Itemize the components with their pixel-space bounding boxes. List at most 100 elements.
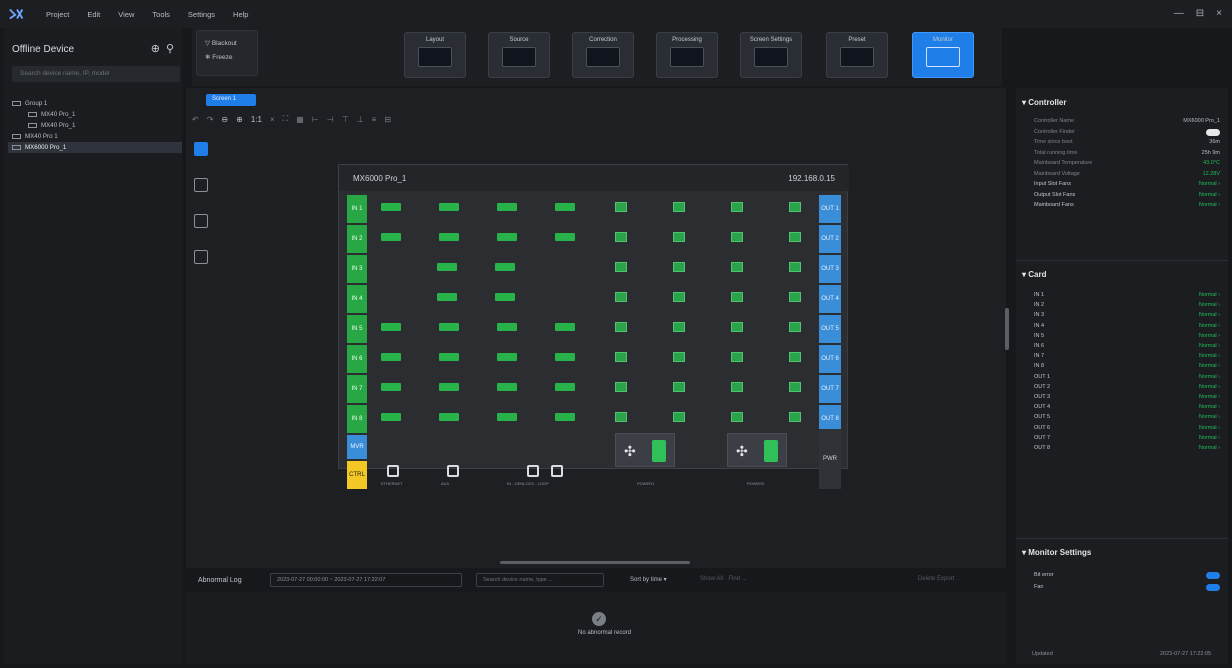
tab-screen-1[interactable]: Screen 1 [206,94,256,106]
grid-icon[interactable]: ▦ [296,115,304,124]
menu-tools[interactable]: Tools [152,10,170,19]
menu-help[interactable]: Help [233,10,248,19]
menu-project[interactable]: Project [46,10,69,19]
property-row[interactable]: Mainboard Voltage 12.28V [1034,171,1220,177]
toolbar-button-screen-settings[interactable]: Screen Settings [740,32,802,78]
group-icon[interactable]: ⚲ [166,42,174,55]
chart-view-icon[interactable] [194,250,208,264]
vertical-scrollbar[interactable] [1005,308,1009,350]
property-row[interactable]: Mainboard Fans Normal › [1034,202,1220,208]
menu-edit[interactable]: Edit [87,10,100,19]
property-row[interactable]: Total running time 25h 9m [1034,150,1220,156]
tree-item[interactable]: MX40 Pro 1 [8,131,182,142]
tree-item[interactable]: MX40 Pro_1 [8,120,182,131]
input-port [437,293,457,301]
property-row[interactable]: Input Slot Fans Normal › [1034,181,1220,187]
toolbar-button-label: Layout [425,37,444,43]
log-search-input[interactable]: Search device name, type ... [476,573,604,587]
controller-finder-toggle[interactable] [1206,129,1220,136]
property-row[interactable]: OUT 6 Normal › [1034,425,1220,431]
monitor-settings-section-title[interactable]: ▾ Monitor Settings [1022,548,1091,557]
device-tree: Group 1 MX40 Pro_1 MX40 Pro_1 MX40 Pro 1 MX6… [8,98,182,153]
device-search-input[interactable]: Search device name, IP, model [12,66,180,82]
distribute-icon[interactable]: ≡ [372,115,377,124]
property-value: Normal › [1198,353,1220,360]
property-row[interactable]: OUT 7 Normal › [1034,435,1220,441]
property-row[interactable]: Output Slot Fans Normal › [1034,192,1220,198]
close-button[interactable]: × [1216,8,1222,19]
sort-dropdown[interactable]: Sort by time ▾ [630,576,667,583]
log-filter-options[interactable]: Show All · Find ... [700,576,747,582]
undo-icon[interactable]: ↶ [192,115,199,124]
date-range-picker[interactable]: 2023-07-27 00:00:00 ~ 2023-07-27 17:22:0… [270,573,462,587]
property-row[interactable]: IN 6 Normal › [1034,343,1220,349]
property-row[interactable]: OUT 4 Normal › [1034,404,1220,410]
toolbar-button-correction[interactable]: Correction [572,32,634,78]
close-view-icon[interactable]: × [270,115,275,124]
log-title: Abnormal Log [198,577,242,584]
toolbar-button-layout[interactable]: Layout [404,32,466,78]
property-row[interactable]: IN 1 Normal › [1034,292,1220,298]
actual-size-icon[interactable]: 1:1 [251,115,262,124]
input-port [381,203,401,211]
monitor-setting-toggle[interactable] [1206,572,1220,579]
log-actions[interactable]: Delete Export [918,576,954,582]
table-view-icon[interactable] [194,214,208,228]
property-row[interactable]: Mainboard Temperature 43.0°C [1034,160,1220,166]
maximize-button[interactable]: ⊟ [1196,8,1204,19]
property-row[interactable]: OUT 5 Normal › [1034,414,1220,420]
toolbar-button-preset[interactable]: Preset [826,32,888,78]
property-row[interactable]: IN 7 Normal › [1034,353,1220,359]
property-row[interactable]: Time since boot 36m [1034,139,1220,145]
bottom-port-icon [387,465,399,477]
controller-section-title[interactable]: ▾ Controller [1022,98,1066,107]
property-key: IN 5 [1034,332,1045,339]
monitor-setting-toggle[interactable] [1206,584,1220,591]
tree-item[interactable]: MX40 Pro_1 [8,109,182,120]
output-port [615,262,627,272]
blackout-button[interactable]: ▽ Blackout [205,39,257,47]
lock-icon[interactable]: ⊟ [384,115,391,124]
redo-icon[interactable]: ↷ [207,115,214,124]
blackout-freeze-panel: ▽ Blackout ❄ Freeze [196,30,258,76]
device-view-icon[interactable] [194,142,208,156]
bottom-port-label: POWER1 [637,481,655,486]
property-row[interactable]: IN 4 Normal › [1034,323,1220,329]
add-device-icon[interactable]: ⊕ [151,42,160,55]
align-right-icon[interactable]: ⊣ [327,115,334,124]
fit-icon[interactable]: ⛶ [283,114,289,124]
property-key: Total running time [1034,149,1078,156]
freeze-button[interactable]: ❄ Freeze [205,53,257,61]
property-row[interactable]: Controller Finder [1034,129,1220,135]
property-row[interactable]: OUT 3 Normal › [1034,394,1220,400]
output-port [789,382,801,392]
property-row[interactable]: IN 5 Normal › [1034,333,1220,339]
menu-view[interactable]: View [118,10,134,19]
property-row[interactable]: OUT 1 Normal › [1034,374,1220,380]
toolbar-button-processing[interactable]: Processing [656,32,718,78]
align-bottom-icon[interactable]: ⊥ [357,115,364,124]
property-row[interactable]: IN 3 Normal › [1034,312,1220,318]
toolbar-button-source[interactable]: Source [488,32,550,78]
property-row[interactable]: OUT 8 Normal › [1034,445,1220,451]
property-row[interactable]: Controller Name MX6000 Pro_1 [1034,118,1220,124]
align-left-icon[interactable]: ⊢ [312,115,319,124]
canvas-area: Screen 1 ↶ ↷ ⊖ ⊕ 1:1 × ⛶ ▦ ⊢ ⊣ ⊤ ⊥ ≡ ⊟ M… [186,88,1006,568]
zoom-out-icon[interactable]: ⊖ [221,115,228,124]
power-connector-icon [652,440,666,462]
card-section-title[interactable]: ▾ Card [1022,270,1046,279]
tree-item[interactable]: MX6000 Pro_1 [8,142,182,153]
input-port [555,323,575,331]
tree-item[interactable]: Group 1 [8,98,182,109]
property-row[interactable]: OUT 2 Normal › [1034,384,1220,390]
toolbar-button-monitor[interactable]: Monitor [912,32,974,78]
menu-settings[interactable]: Settings [188,10,215,19]
align-top-icon[interactable]: ⊤ [342,115,349,124]
zoom-in-icon[interactable]: ⊕ [236,115,243,124]
monitor-setting-row: Fan [1034,584,1220,590]
minimize-button[interactable]: — [1174,8,1184,19]
card-view-icon[interactable] [194,178,208,192]
property-row[interactable]: IN 2 Normal › [1034,302,1220,308]
property-row[interactable]: IN 8 Normal › [1034,363,1220,369]
horizontal-scrollbar[interactable] [500,561,690,564]
